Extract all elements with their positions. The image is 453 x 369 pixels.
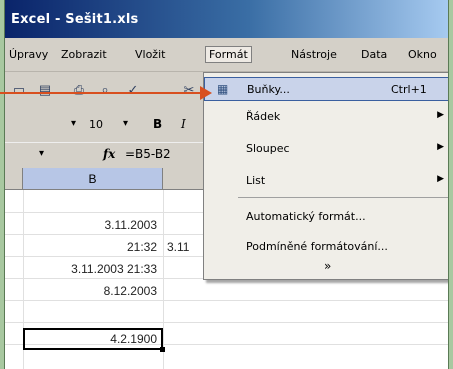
spellcheck-icon[interactable]: ✓ [125, 82, 141, 98]
bullet-icon: ▾ [71, 118, 77, 129]
cut-icon[interactable]: ✂ [181, 82, 197, 98]
callout-arrow-line [0, 92, 205, 94]
open-icon[interactable]: ▤ [37, 82, 53, 98]
formula-input[interactable]: =B5-B2 [125, 147, 171, 161]
gridline [5, 322, 448, 323]
menu-zobrazit[interactable]: Zobrazit [61, 48, 107, 61]
cell-b3[interactable]: 21:32 [23, 240, 157, 254]
submenu-arrow-icon: ▶ [437, 142, 444, 152]
excel-window: Excel - Sešit1.xls Úpravy Zobrazit Vloži… [4, 0, 449, 369]
font-size-dropdown-icon[interactable]: ▾ [123, 118, 128, 129]
print-icon[interactable]: ⎙ [71, 82, 87, 98]
window-title: Excel - Sešit1.xls [11, 12, 139, 27]
column-header-b[interactable]: B [23, 168, 163, 190]
menu-item-column[interactable]: Sloupec ▶ [204, 137, 448, 161]
cell-b5[interactable]: 8.12.2003 [23, 284, 157, 298]
menu-item-label: List [246, 174, 266, 187]
format-dropdown-menu: ▦ Buňky... Ctrl+1 Řádek ▶ Sloupec ▶ List… [203, 72, 448, 280]
menu-item-sheet[interactable]: List ▶ [204, 169, 448, 193]
title-bar: Excel - Sešit1.xls [5, 0, 448, 38]
preview-icon[interactable]: ⌕ [97, 82, 113, 98]
bold-button[interactable]: B [153, 117, 162, 131]
cells-icon: ▦ [217, 82, 229, 96]
submenu-arrow-icon: ▶ [437, 110, 444, 120]
callout-arrow-icon [200, 86, 212, 100]
menu-expand-button[interactable]: » [204, 257, 448, 277]
fill-handle[interactable] [160, 347, 165, 352]
active-cell-border[interactable] [23, 328, 165, 352]
menu-okno[interactable]: Okno [408, 48, 437, 61]
menu-item-shortcut: Ctrl+1 [391, 83, 427, 96]
menu-item-conditional-formatting[interactable]: Podmíněné formátování... [204, 235, 448, 259]
font-size-field[interactable]: 10 [89, 118, 103, 131]
gridline [5, 300, 448, 301]
menu-item-label: Podmíněné formátování... [246, 240, 388, 253]
menu-separator [238, 197, 448, 198]
menu-item-label: Automatický formát... [246, 210, 366, 223]
fx-icon: fx [103, 147, 116, 161]
menu-data[interactable]: Data [361, 48, 387, 61]
menu-item-row[interactable]: Řádek ▶ [204, 105, 448, 129]
cell-c3[interactable]: 3.11 [163, 240, 203, 254]
new-icon[interactable]: ▭ [11, 82, 27, 98]
italic-button[interactable]: I [181, 117, 186, 131]
name-box-dropdown-icon[interactable]: ▾ [39, 148, 44, 159]
cell-b4[interactable]: 3.11.2003 21:33 [5, 262, 157, 276]
expand-chevron-icon: » [324, 259, 332, 273]
menu-vlozit[interactable]: Vložit [135, 48, 165, 61]
menu-format[interactable]: Formát [205, 46, 252, 63]
menu-upravy[interactable]: Úpravy [9, 48, 48, 61]
menu-item-label: Sloupec [246, 142, 290, 155]
gridline [163, 190, 164, 369]
menu-item-label: Buňky... [247, 83, 290, 96]
menu-item-label: Řádek [246, 110, 281, 123]
cell-b2[interactable]: 3.11.2003 [23, 218, 158, 232]
menu-item-autoformat[interactable]: Automatický formát... [204, 205, 448, 229]
submenu-arrow-icon: ▶ [437, 174, 444, 184]
corner-header[interactable] [5, 168, 23, 190]
menu-item-cells[interactable]: ▦ Buňky... Ctrl+1 [204, 77, 448, 101]
menu-nastroje[interactable]: Nástroje [291, 48, 337, 61]
menu-bar: Úpravy Zobrazit Vložit Formát Nástroje D… [5, 38, 448, 72]
